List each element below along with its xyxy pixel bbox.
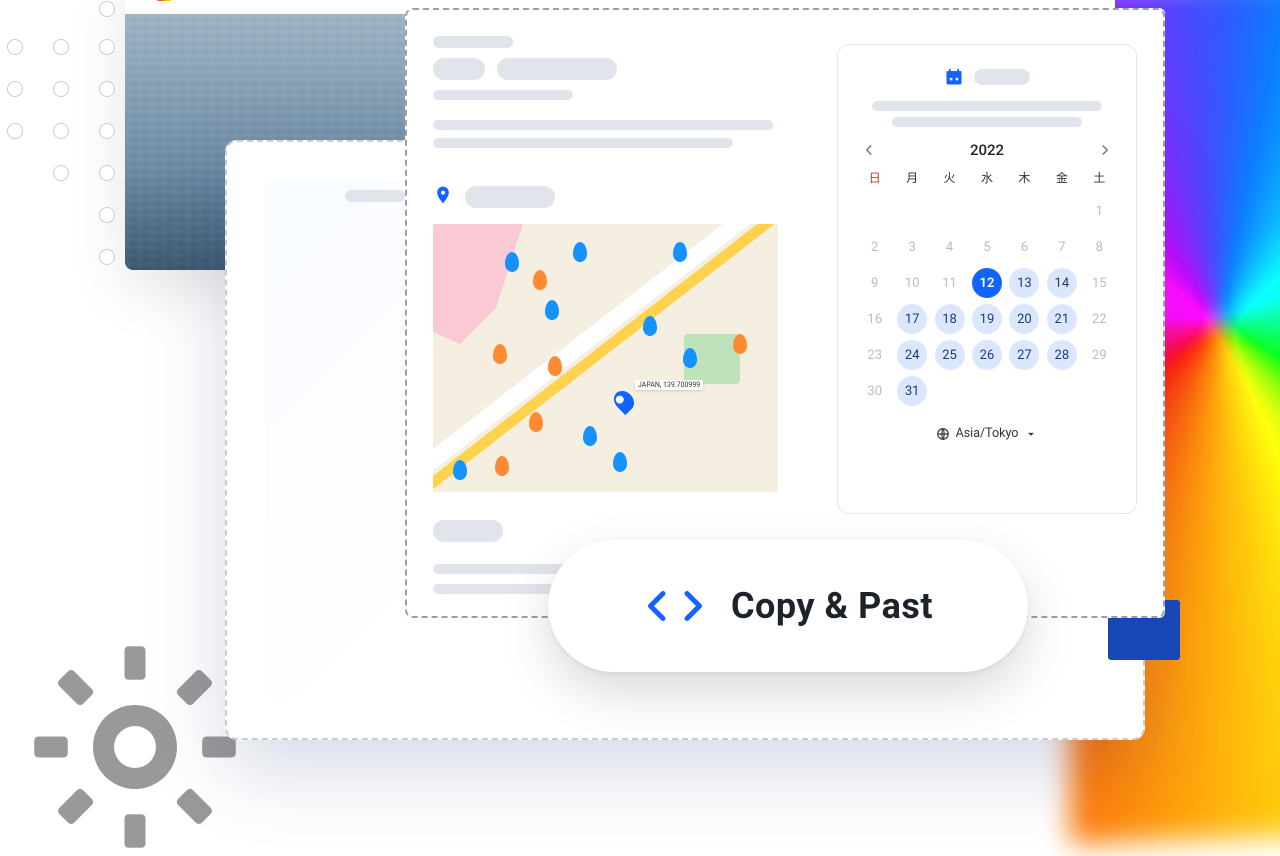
calendar-day[interactable]: 13 bbox=[1009, 268, 1039, 298]
calendar-day[interactable]: 21 bbox=[1047, 304, 1077, 334]
desc-line bbox=[433, 120, 773, 130]
copy-paste-label: Copy & Past bbox=[731, 585, 933, 627]
calendar-subtitle-skeleton bbox=[856, 101, 1118, 127]
timezone-label: Asia/Tokyo bbox=[956, 426, 1019, 441]
chevron-down-icon bbox=[1024, 427, 1038, 441]
calendar-day[interactable]: 17 bbox=[897, 304, 927, 334]
calendar-day[interactable]: 24 bbox=[897, 340, 927, 370]
timezone-selector[interactable]: Asia/Tokyo bbox=[856, 426, 1118, 441]
calendar-day: 1 bbox=[1084, 196, 1114, 226]
calendar-grid: 1234567891011121314151617181920212223242… bbox=[856, 194, 1118, 408]
cal-title-placeholder bbox=[974, 69, 1030, 85]
calendar-day: 29 bbox=[1084, 340, 1114, 370]
copy-paste-button[interactable]: Copy & Past bbox=[548, 540, 1028, 672]
calendar-day: 5 bbox=[972, 232, 1002, 262]
line-skeleton bbox=[433, 584, 563, 594]
day-of-week-header: 日 月 火 水 木 金 土 bbox=[856, 169, 1118, 186]
calendar-day: 9 bbox=[860, 268, 890, 298]
calendar-day: 2 bbox=[860, 232, 890, 262]
calendar-day: 11 bbox=[935, 268, 965, 298]
location-pin-icon bbox=[433, 182, 453, 212]
calendar-day[interactable]: 27 bbox=[1009, 340, 1039, 370]
code-brackets-icon bbox=[643, 588, 707, 624]
calendar-day: 8 bbox=[1084, 232, 1114, 262]
calendar-day: 22 bbox=[1084, 304, 1114, 334]
next-month-button[interactable] bbox=[1096, 141, 1114, 159]
location-row bbox=[433, 182, 813, 212]
calendar-day[interactable]: 14 bbox=[1047, 268, 1077, 298]
calendar-year: 2022 bbox=[970, 141, 1004, 159]
mid-skeleton bbox=[345, 190, 405, 212]
calendar-day[interactable]: 28 bbox=[1047, 340, 1077, 370]
globe-icon bbox=[936, 427, 950, 441]
calendar-day[interactable]: 12 bbox=[972, 268, 1002, 298]
calendar-day: 15 bbox=[1084, 268, 1114, 298]
prev-month-button[interactable] bbox=[860, 141, 878, 159]
calendar-day[interactable]: 19 bbox=[972, 304, 1002, 334]
calendar-day[interactable]: 25 bbox=[935, 340, 965, 370]
calendar-day: 23 bbox=[860, 340, 890, 370]
decorative-dots bbox=[0, 0, 120, 270]
calendar-day[interactable]: 26 bbox=[972, 340, 1002, 370]
calendar-day: 6 bbox=[1009, 232, 1039, 262]
map-preview[interactable]: JAPAN, 139.700999 bbox=[433, 224, 778, 492]
calendar-icon bbox=[944, 67, 964, 87]
calendar-day[interactable]: 20 bbox=[1009, 304, 1039, 334]
calendar-day: 3 bbox=[897, 232, 927, 262]
calendar-day: 4 bbox=[935, 232, 965, 262]
calendar-day: 10 bbox=[897, 268, 927, 298]
brand[interactable]: Global Technology bbox=[155, 0, 281, 1]
brand-logo-icon bbox=[155, 0, 173, 1]
desc-line bbox=[433, 138, 733, 148]
location-placeholder bbox=[465, 186, 555, 208]
calendar-widget: 2022 日 月 火 水 木 金 土 123456789101112131415… bbox=[837, 44, 1137, 514]
label-skeleton bbox=[433, 520, 503, 542]
calendar-day: 7 bbox=[1047, 232, 1077, 262]
calendar-day: 30 bbox=[860, 376, 890, 406]
gear-icon bbox=[30, 642, 240, 852]
calendar-day[interactable]: 31 bbox=[897, 376, 927, 406]
calendar-day: 16 bbox=[860, 304, 890, 334]
embed-preview-panel: JAPAN, 139.700999 2022 日 bbox=[405, 8, 1165, 618]
map-coord-label: JAPAN, 139.700999 bbox=[635, 380, 703, 390]
map-current-pin-icon bbox=[610, 387, 638, 415]
calendar-day[interactable]: 18 bbox=[935, 304, 965, 334]
content-header-skeleton bbox=[433, 36, 813, 100]
